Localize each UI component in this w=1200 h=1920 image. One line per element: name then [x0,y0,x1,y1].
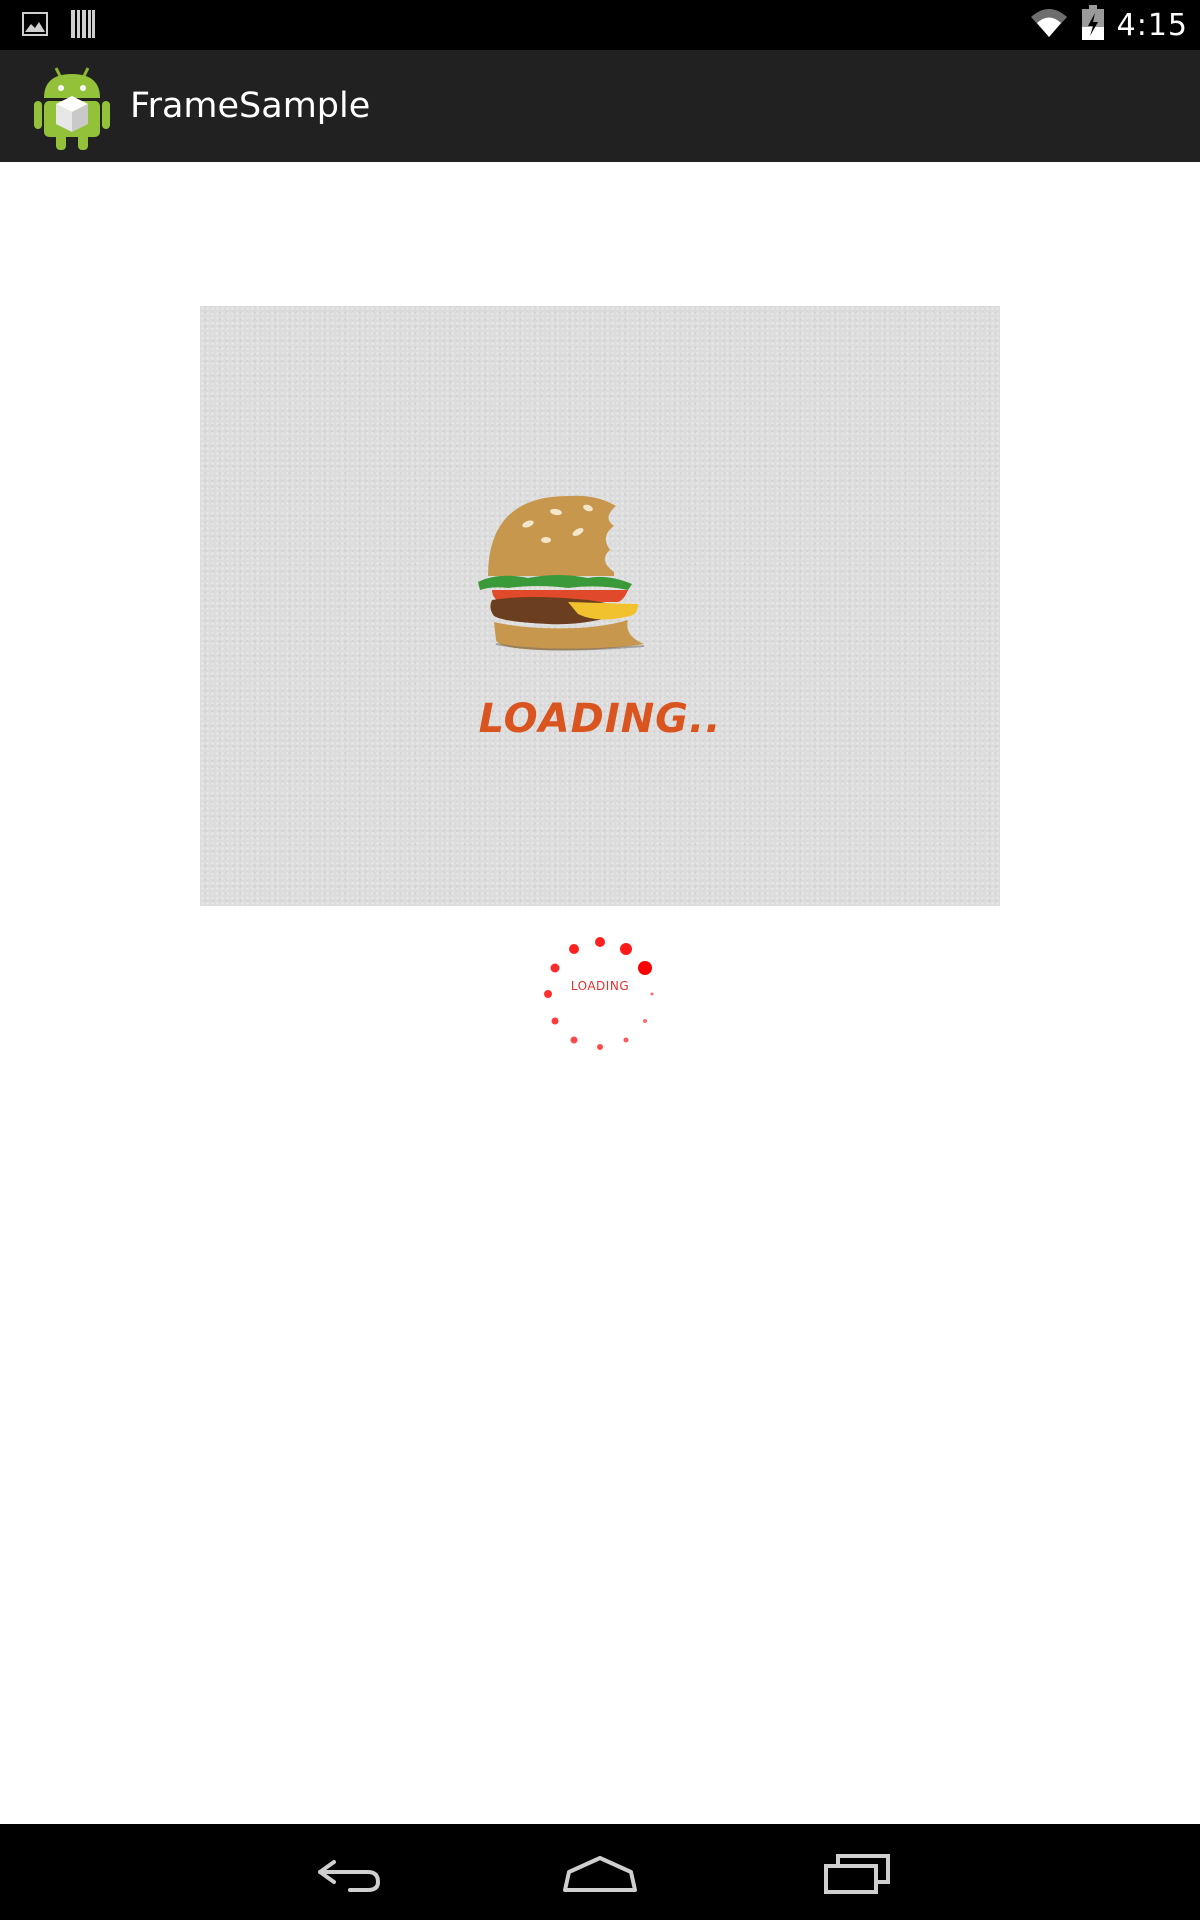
spinner-dots-icon [544,937,654,1050]
battery-charging-icon [1081,4,1105,46]
notification-icons [22,9,96,44]
wifi-icon [1029,7,1069,44]
status-bar: 4:15 [0,0,1200,50]
back-icon[interactable] [300,1842,390,1902]
home-icon[interactable] [555,1842,645,1902]
content-area: LOADING.. LOADING [0,162,1200,1824]
gallery-notification-icon [22,11,48,42]
app-title: FrameSample [130,86,371,126]
clock: 4:15 [1116,7,1188,43]
burger-illustration-icon [468,476,688,676]
spinner-loading-text: LOADING [570,979,630,993]
action-bar: FrameSample [0,50,1200,162]
recent-apps-icon[interactable] [812,1842,902,1902]
loading-spinner: LOADING [537,932,663,1058]
frame-animation-image: LOADING.. [200,306,1000,906]
frame-loading-text: LOADING.. [478,696,722,742]
barcode-notification-icon [70,9,96,44]
navigation-bar [0,1824,1200,1920]
system-indicators: 4:15 [1029,0,1188,50]
android-app-icon[interactable] [34,62,110,150]
